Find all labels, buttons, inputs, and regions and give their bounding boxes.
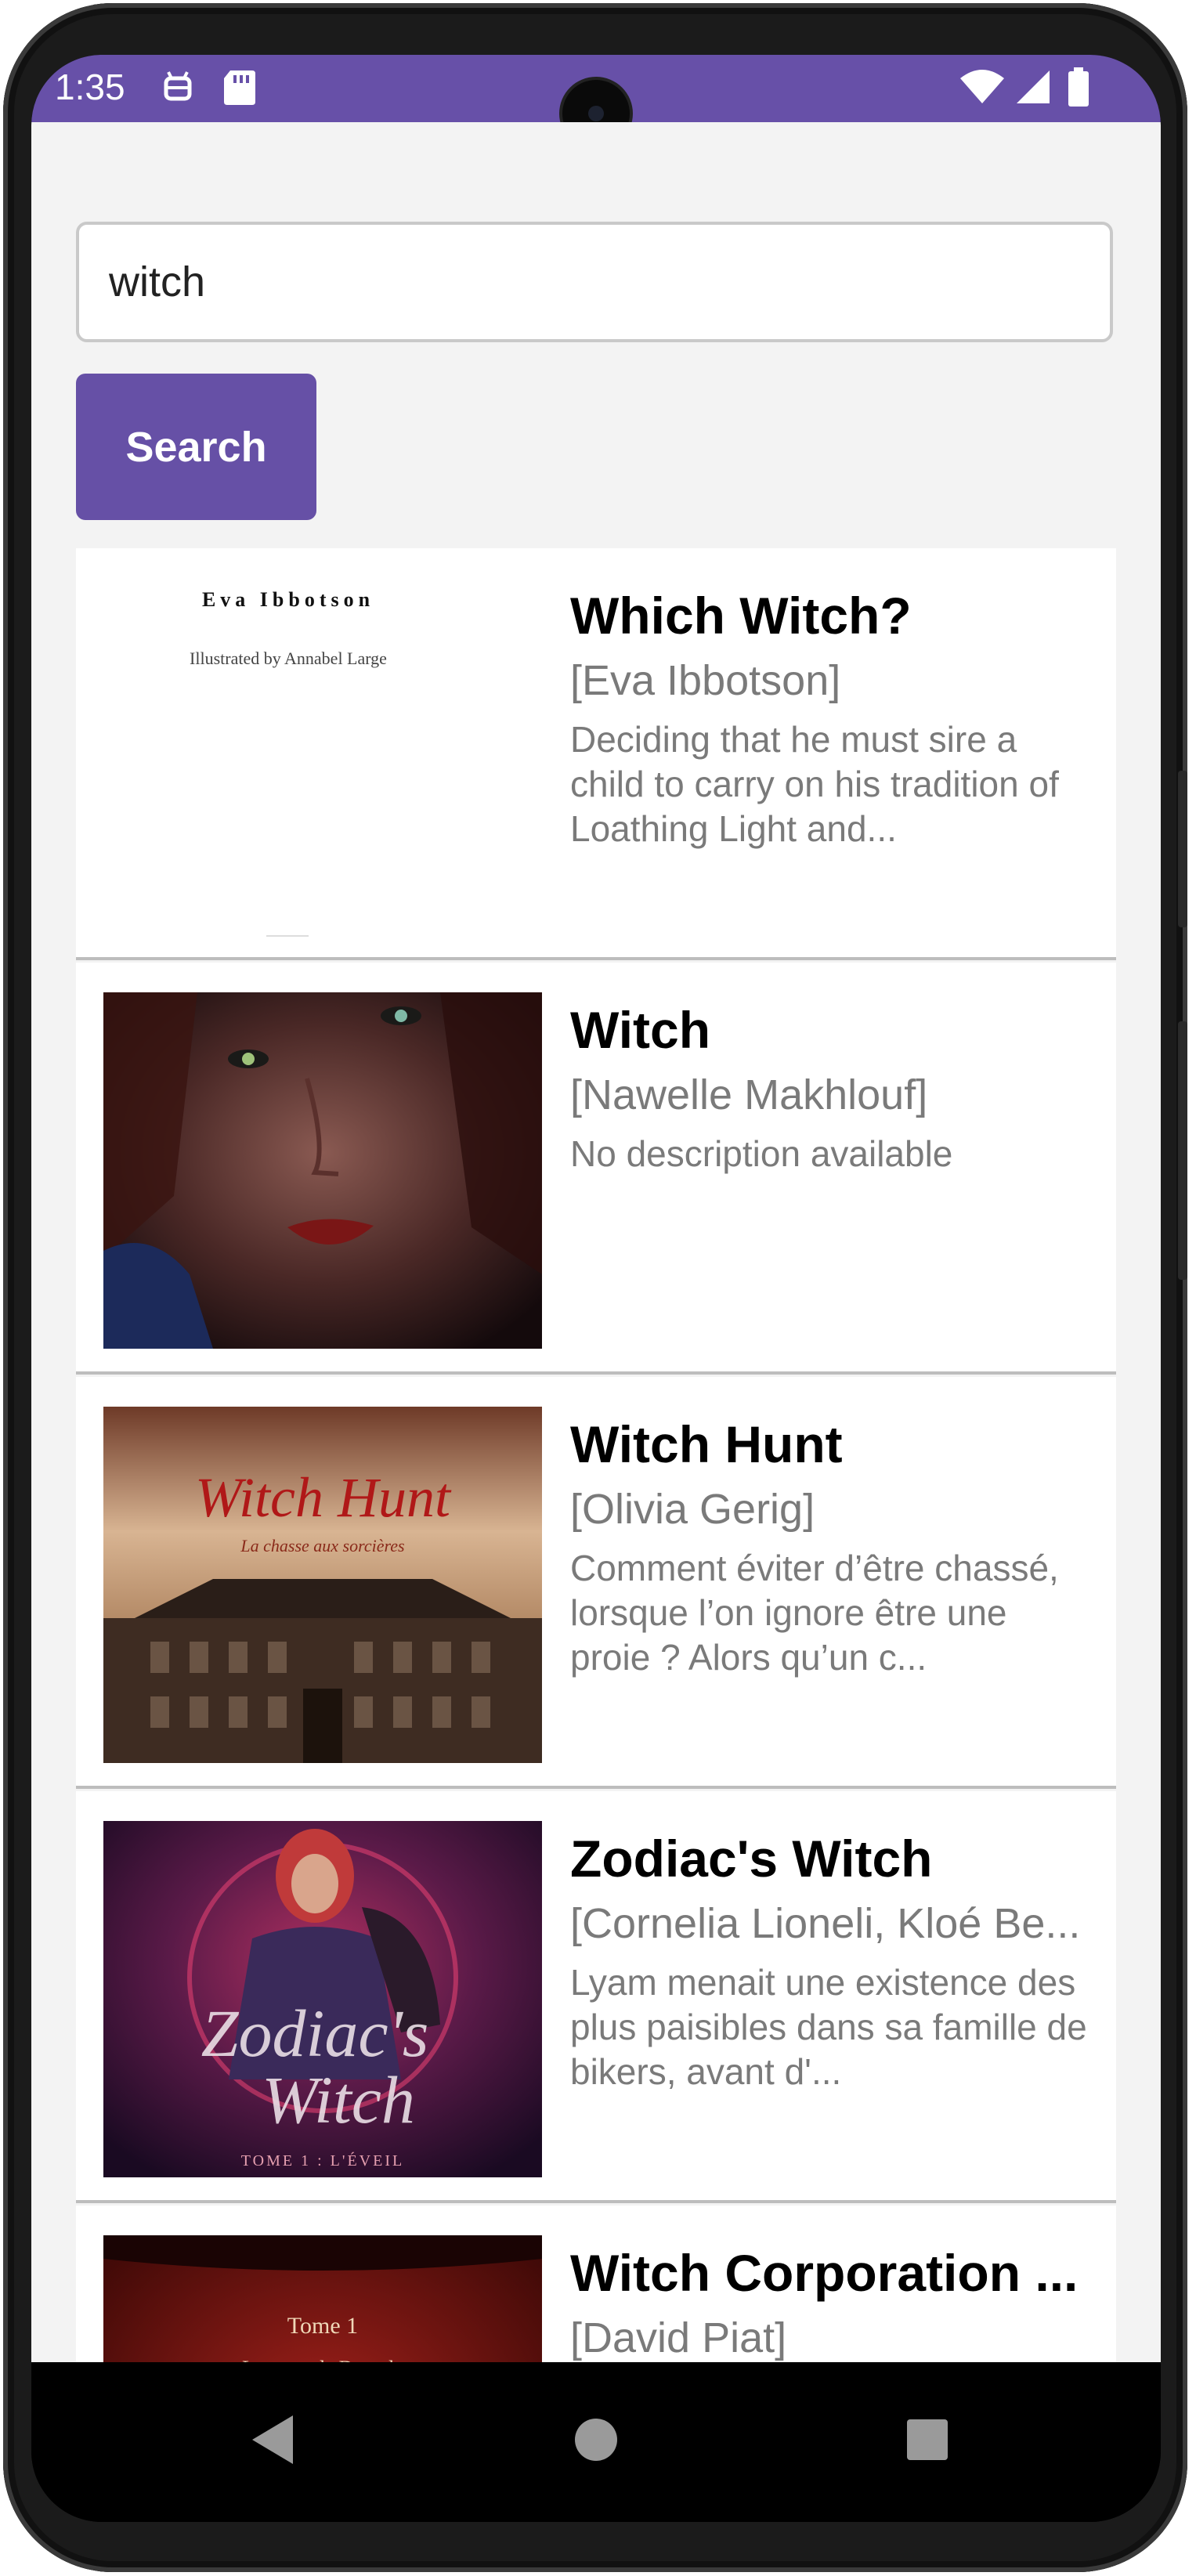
power-button: [1178, 1021, 1187, 1280]
list-item[interactable]: Eva Ibbotson Illustrated by Annabel Larg…: [76, 548, 1116, 960]
book-cover: Witch Hunt La chasse aux sorcières: [103, 1407, 542, 1763]
phone-device: 1:35 witch Search Eva Ibbotson Illustrat…: [0, 0, 1196, 2576]
book-info: Witch [Nawelle Makhlouf] No description …: [570, 999, 1095, 1176]
book-cover: Eva Ibbotson Illustrated by Annabel Larg…: [103, 564, 542, 944]
sd-card-icon: [222, 67, 257, 110]
list-item[interactable]: Witch [Nawelle Makhlouf] No description …: [76, 963, 1116, 1375]
book-info: Witch Hunt [Olivia Gerig] Comment éviter…: [570, 1413, 1095, 1680]
list-item[interactable]: Tome 1 La secte de Dracula Witch Corpora…: [76, 2206, 1116, 2379]
book-cover: [103, 992, 542, 1349]
book-authors: [Nawelle Makhlouf]: [570, 1071, 928, 1118]
volume-button: [1178, 771, 1187, 927]
book-title: Which Witch?: [570, 587, 912, 645]
cover-tome-text: TOME 1 : L'ÉVEIL: [241, 2151, 404, 2170]
book-description: Lyam menait une existence des plus paisi…: [570, 1962, 1087, 2092]
navigation-bar: [31, 2362, 1161, 2522]
cover-title-text: Zodiac's: [201, 1996, 429, 2071]
book-authors: [Olivia Gerig]: [570, 1486, 815, 1533]
cellular-signal-icon: [1014, 67, 1053, 110]
search-input[interactable]: [76, 222, 1113, 342]
book-info: Which Witch? [Eva Ibbotson] Deciding tha…: [570, 584, 1095, 851]
cover-subtitle-text: Witch: [262, 2062, 415, 2137]
cover-author-text: Eva Ibbotson: [202, 588, 374, 611]
cover-illustrator-text: Illustrated by Annabel Large: [190, 649, 387, 668]
book-title: Zodiac's Witch: [570, 1830, 933, 1888]
results-list[interactable]: Eva Ibbotson Illustrated by Annabel Larg…: [76, 548, 1116, 2379]
book-authors: [Cornelia Lioneli, Kloé Be...: [570, 1900, 1081, 1947]
list-item[interactable]: Zodiac's Witch TOME 1 : L'ÉVEIL Zodiac's…: [76, 1791, 1116, 2203]
home-circle-icon[interactable]: [567, 2411, 625, 2473]
android-debug-icon: [158, 67, 197, 110]
book-authors: [Eva Ibbotson]: [570, 657, 841, 704]
book-description: Comment éviter d’être chassé, lorsque l’…: [570, 1548, 1059, 1678]
status-time: 1:35: [55, 67, 125, 107]
cover-tome-text: Tome 1: [287, 2313, 358, 2339]
search-button[interactable]: Search: [76, 374, 316, 520]
cover-subtitle-text: La chasse aux sorcières: [240, 1536, 404, 1555]
back-triangle-icon[interactable]: [246, 2411, 301, 2473]
book-title: Witch Corporation ...: [570, 2244, 1079, 2302]
book-authors: [David Piat]: [570, 2314, 787, 2361]
screen: 1:35 witch Search Eva Ibbotson Illustrat…: [31, 55, 1161, 2522]
book-cover: Tome 1 La secte de Dracula: [103, 2235, 542, 2379]
book-cover: Zodiac's Witch TOME 1 : L'ÉVEIL: [103, 1821, 542, 2177]
book-description: No description available: [570, 1133, 953, 1174]
app-content: Search Eva Ibbotson Illustrated by Annab…: [31, 122, 1161, 2379]
wifi-icon: [959, 67, 1006, 110]
book-title: Witch Hunt: [570, 1415, 843, 1473]
cover-title-text: Witch Hunt: [195, 1466, 452, 1529]
recents-square-icon[interactable]: [900, 2411, 955, 2473]
battery-icon: [1067, 67, 1090, 112]
book-description: Deciding that he must sire a child to ca…: [570, 719, 1059, 849]
book-info: Witch Corporation ... [David Piat]: [570, 2242, 1095, 2375]
list-item[interactable]: Witch Hunt La chasse aux sorcières Witch…: [76, 1377, 1116, 1789]
book-title: Witch: [570, 1001, 711, 1059]
book-info: Zodiac's Witch [Cornelia Lioneli, Kloé B…: [570, 1827, 1095, 2094]
